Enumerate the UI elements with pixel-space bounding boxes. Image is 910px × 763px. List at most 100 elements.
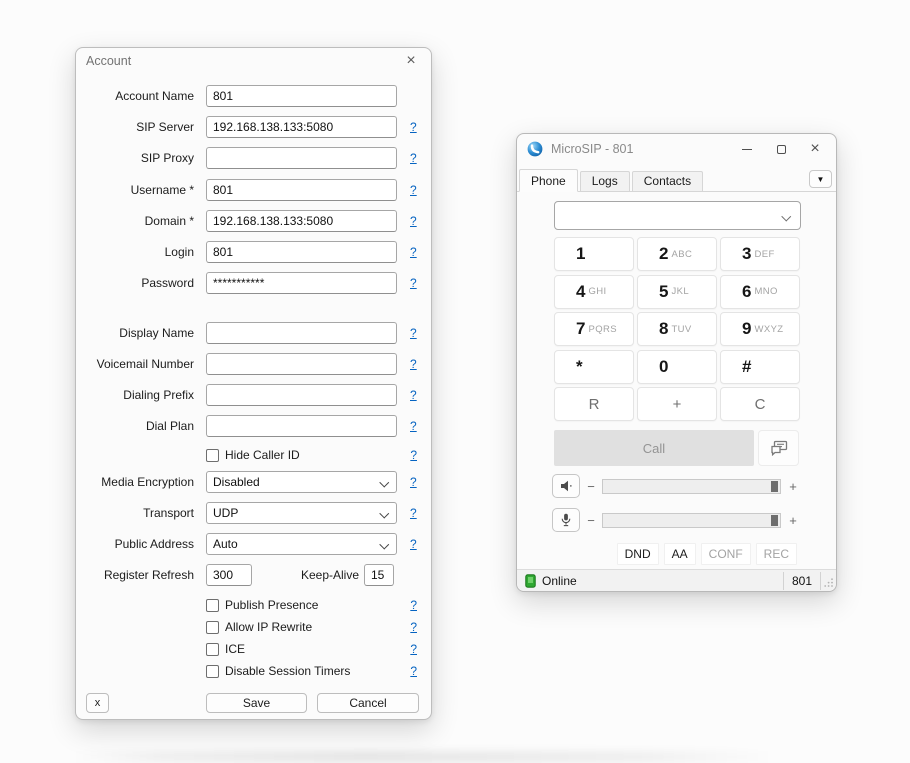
speaker-volume-up[interactable]: +: [781, 479, 805, 494]
public-address-select[interactable]: Auto: [206, 533, 397, 555]
allow-ip-rewrite-checkbox[interactable]: [206, 621, 219, 634]
message-button[interactable]: [758, 430, 799, 466]
minimize-button[interactable]: [730, 137, 764, 161]
sip-proxy-help-link[interactable]: ?: [410, 151, 417, 165]
display-name-input[interactable]: [206, 322, 397, 344]
domain-help-link[interactable]: ?: [410, 214, 417, 228]
microsip-app-icon: [527, 141, 543, 157]
key-letters: ABC: [671, 249, 692, 260]
key-7[interactable]: 7PQRS: [554, 312, 634, 346]
resize-grip[interactable]: [821, 574, 834, 588]
close-button[interactable]: ×: [798, 137, 832, 161]
key-6[interactable]: 6MNO: [720, 275, 800, 309]
sip-server-input[interactable]: [206, 116, 397, 138]
dial-plan-help-link[interactable]: ?: [410, 419, 417, 433]
minimize-to-x-button[interactable]: x: [86, 693, 109, 713]
hide-caller-id-checkbox[interactable]: [206, 449, 219, 462]
dialing-prefix-input[interactable]: [206, 384, 397, 406]
key-digit: +: [673, 396, 682, 413]
sip-proxy-input[interactable]: [206, 147, 397, 169]
tab-logs[interactable]: Logs: [580, 171, 630, 191]
transport-select[interactable]: UDP: [206, 502, 397, 524]
sip-server-help-link[interactable]: ?: [410, 120, 417, 134]
username-label: Username *: [88, 183, 194, 197]
tab-phone[interactable]: Phone: [519, 169, 578, 192]
key-2[interactable]: 2ABC: [637, 237, 717, 271]
tab-contacts[interactable]: Contacts: [632, 171, 703, 191]
main-menu-button[interactable]: ▼: [809, 170, 832, 188]
dialing-prefix-help-link[interactable]: ?: [410, 388, 417, 402]
mic-slider-handle[interactable]: [771, 515, 778, 526]
keep-alive-input[interactable]: [364, 564, 394, 586]
ice-checkbox[interactable]: [206, 643, 219, 656]
sip-proxy-row: SIP Proxy ?: [88, 147, 419, 169]
dial-plan-row: Dial Plan ?: [88, 415, 419, 437]
publish-presence-help-link[interactable]: ?: [410, 598, 417, 612]
key-0[interactable]: 0: [637, 350, 717, 384]
password-input[interactable]: [206, 272, 397, 294]
media-encryption-select[interactable]: Disabled: [206, 471, 397, 493]
media-encryption-help-link[interactable]: ?: [410, 475, 417, 489]
key-star[interactable]: *: [554, 350, 634, 384]
key-hash[interactable]: #: [720, 350, 800, 384]
key-5[interactable]: 5JKL: [637, 275, 717, 309]
speaker-slider-handle[interactable]: [771, 481, 778, 492]
microphone-button[interactable]: [552, 508, 580, 532]
mic-volume-up[interactable]: +: [781, 513, 805, 528]
call-button[interactable]: Call: [554, 430, 754, 466]
dnd-button[interactable]: DND: [617, 543, 659, 565]
publish-presence-row: Publish Presence ?: [88, 596, 419, 614]
public-address-help-link[interactable]: ?: [410, 537, 417, 551]
speaker-volume-slider[interactable]: [602, 479, 781, 494]
sip-proxy-label: SIP Proxy: [88, 151, 194, 165]
ice-help-link[interactable]: ?: [410, 642, 417, 656]
username-help-link[interactable]: ?: [410, 183, 417, 197]
microsip-titlebar[interactable]: MicroSIP - 801 ×: [517, 134, 836, 164]
transport-row: Transport UDP ?: [88, 502, 419, 524]
voicemail-number-help-link[interactable]: ?: [410, 357, 417, 371]
key-redial[interactable]: R: [554, 387, 634, 421]
key-1[interactable]: 1: [554, 237, 634, 271]
account-dialog-titlebar[interactable]: Account ×: [76, 48, 431, 74]
key-8[interactable]: 8TUV: [637, 312, 717, 346]
cancel-button[interactable]: Cancel: [317, 693, 419, 713]
display-name-help-link[interactable]: ?: [410, 326, 417, 340]
login-input[interactable]: [206, 241, 397, 263]
rec-button[interactable]: REC: [756, 543, 797, 565]
key-4[interactable]: 4GHI: [554, 275, 634, 309]
transport-help-link[interactable]: ?: [410, 506, 417, 520]
speaker-volume-down[interactable]: −: [580, 479, 602, 494]
hide-caller-id-help-link[interactable]: ?: [410, 448, 417, 462]
dial-plan-input[interactable]: [206, 415, 397, 437]
disable-session-timers-checkbox[interactable]: [206, 665, 219, 678]
allow-ip-rewrite-help-link[interactable]: ?: [410, 620, 417, 634]
key-letters: MNO: [754, 286, 777, 297]
key-9[interactable]: 9WXYZ: [720, 312, 800, 346]
key-digit: C: [755, 396, 766, 413]
key-digit: 5: [659, 282, 668, 302]
mic-volume-slider[interactable]: [602, 513, 781, 528]
save-button[interactable]: Save: [206, 693, 307, 713]
tab-bar: Phone Logs Contacts ▼: [517, 169, 836, 192]
key-3[interactable]: 3DEF: [720, 237, 800, 271]
close-icon[interactable]: ×: [401, 51, 421, 71]
username-input[interactable]: [206, 179, 397, 201]
account-name-row: Account Name: [88, 85, 419, 107]
register-refresh-input[interactable]: [206, 564, 252, 586]
aa-button[interactable]: AA: [664, 543, 696, 565]
conf-button[interactable]: CONF: [701, 543, 751, 565]
key-clear[interactable]: C: [720, 387, 800, 421]
speaker-button[interactable]: [552, 474, 580, 498]
mic-volume-down[interactable]: −: [580, 513, 602, 528]
key-letters: WXYZ: [754, 324, 783, 335]
key-plus[interactable]: +: [637, 387, 717, 421]
publish-presence-checkbox[interactable]: [206, 599, 219, 612]
dial-number-combobox[interactable]: [554, 201, 801, 230]
disable-session-timers-help-link[interactable]: ?: [410, 664, 417, 678]
password-help-link[interactable]: ?: [410, 276, 417, 290]
maximize-button[interactable]: [764, 137, 798, 161]
login-help-link[interactable]: ?: [410, 245, 417, 259]
voicemail-number-input[interactable]: [206, 353, 397, 375]
domain-input[interactable]: [206, 210, 397, 232]
account-name-input[interactable]: [206, 85, 397, 107]
